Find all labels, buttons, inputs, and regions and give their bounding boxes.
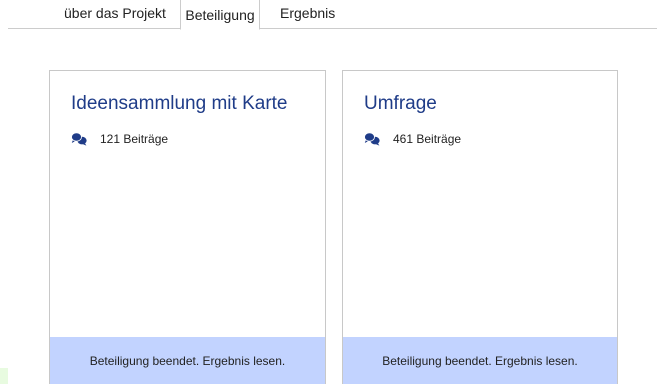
tab-about-project[interactable]: über das Projekt	[56, 0, 174, 25]
card-footer-read-result[interactable]: Beteiligung beendet. Ergebnis lesen.	[343, 337, 617, 384]
card-footer-read-result[interactable]: Beteiligung beendet. Ergebnis lesen.	[50, 337, 325, 384]
card-title[interactable]: Umfrage	[364, 93, 437, 115]
tab-divider	[8, 28, 657, 29]
footer-text[interactable]: Beteiligung beendet. Ergebnis lesen.	[382, 354, 577, 368]
page: über das Projekt Beteiligung Ergebnis Id…	[0, 0, 657, 384]
card-title[interactable]: Ideensammlung mit Karte	[71, 93, 288, 115]
contributions-count: 461 Beiträge	[393, 132, 462, 146]
edge-marker	[0, 368, 8, 384]
tab-result[interactable]: Ergebnis	[272, 0, 343, 25]
module-card-idea-map[interactable]: Ideensammlung mit Karte 121 Beiträge Bet…	[49, 70, 326, 384]
tab-participation[interactable]: Beteiligung	[180, 0, 260, 30]
comments-icon	[364, 132, 380, 146]
comments-icon	[71, 132, 87, 146]
contributions-count: 121 Beiträge	[100, 132, 169, 146]
footer-text[interactable]: Beteiligung beendet. Ergebnis lesen.	[90, 354, 285, 368]
tab-bar: über das Projekt Beteiligung Ergebnis	[0, 0, 657, 30]
module-card-survey[interactable]: Umfrage 461 Beiträge Beteiligung beendet…	[342, 70, 618, 384]
card-contributions: 461 Beiträge	[364, 131, 461, 147]
card-contributions: 121 Beiträge	[71, 131, 168, 147]
